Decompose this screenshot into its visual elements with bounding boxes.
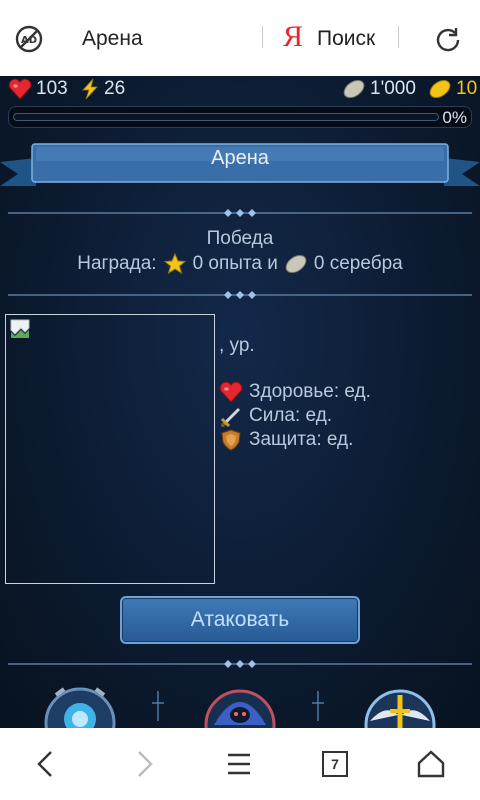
silver-coin-icon — [343, 79, 365, 99]
home-icon[interactable] — [415, 748, 447, 780]
silver-stat: 1'000 — [342, 78, 416, 100]
star-icon — [163, 252, 186, 275]
ornament-divider — [8, 209, 472, 217]
game-area: 103 26 1'000 10 0% Арена Победа Награда:… — [0, 76, 480, 728]
sword-icon — [220, 407, 241, 427]
svg-text:AD: AD — [21, 35, 37, 46]
heart-icon — [219, 381, 243, 403]
reward-xp: 0 опыта и — [192, 253, 278, 274]
opponent-health: Здоровье: ед. — [219, 381, 371, 403]
ornament-divider — [8, 291, 472, 299]
xp-bar: 0% — [8, 106, 472, 128]
health-stat: 103 — [8, 78, 68, 100]
reload-icon[interactable] — [432, 24, 464, 56]
ad-block-icon[interactable]: AD — [14, 24, 44, 54]
game-nav — [44, 687, 436, 728]
back-arrow-icon[interactable] — [30, 748, 62, 780]
opponent-strength-label: Сила: ед. — [249, 405, 333, 426]
attack-button[interactable]: Атаковать — [120, 596, 360, 644]
opponent-avatar[interactable] — [5, 314, 215, 584]
opponent-health-label: Здоровье: ед. — [249, 381, 371, 402]
tabs-icon[interactable]: 7 — [322, 751, 348, 777]
gold-stat: 10 — [428, 78, 477, 100]
xp-percent: 0% — [442, 108, 467, 127]
energy-stat: 26 — [80, 78, 125, 100]
opponent-defense: Защита: ед. — [219, 429, 353, 451]
broken-image-icon — [10, 319, 30, 338]
silver-value: 1'000 — [370, 78, 416, 99]
energy-value: 26 — [104, 78, 126, 99]
reward-line: Награда: 0 опыта и 0 серебра — [0, 252, 480, 276]
heart-icon — [8, 78, 32, 100]
reward-silver: 0 серебра — [313, 253, 403, 274]
page-title[interactable]: Арена — [82, 27, 143, 51]
shield-icon — [221, 429, 241, 451]
opponent-level: , ур. — [219, 335, 255, 356]
xp-bar-track — [13, 113, 439, 121]
winged-sword-icon[interactable] — [364, 689, 436, 728]
opponent-defense-label: Защита: ед. — [249, 429, 354, 450]
browser-top-bar: AD Арена Я Поиск — [0, 0, 480, 76]
divider — [262, 26, 263, 48]
player-stats: 103 26 1'000 10 — [0, 76, 480, 104]
yandex-logo[interactable]: Я — [283, 20, 303, 54]
reward-label: Награда: — [77, 253, 157, 274]
divider — [398, 26, 399, 48]
gold-value: 10 — [456, 78, 478, 99]
wizard-icon[interactable] — [204, 689, 276, 728]
opponent-strength: Сила: ед. — [219, 405, 332, 427]
lightning-icon — [82, 78, 98, 100]
gold-coin-icon — [429, 79, 451, 99]
forward-arrow-icon[interactable] — [128, 748, 160, 780]
ornament-divider — [8, 660, 472, 668]
battle-result: Победа — [206, 228, 274, 249]
gem-icon[interactable] — [44, 687, 116, 728]
search-button[interactable]: Поиск — [317, 27, 375, 51]
silver-coin-icon — [285, 254, 307, 274]
browser-bottom-bar: 7 — [0, 728, 480, 800]
arena-title: Арена — [211, 147, 269, 169]
menu-icon[interactable] — [223, 748, 255, 780]
health-value: 103 — [36, 78, 68, 99]
